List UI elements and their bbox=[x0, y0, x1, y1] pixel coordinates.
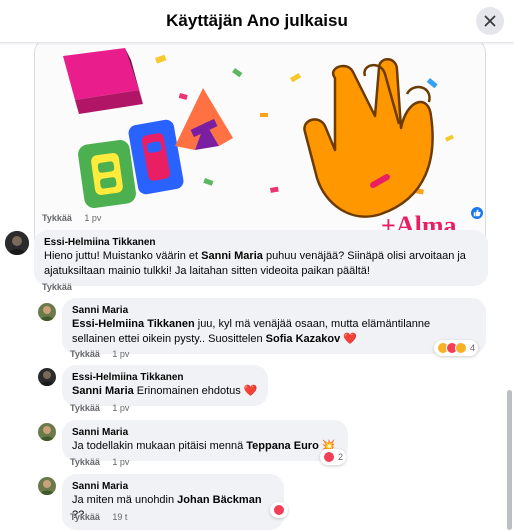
profile-photo bbox=[38, 368, 56, 386]
comment-actions: Tykkää 1 pv bbox=[70, 457, 129, 467]
like-link[interactable]: Tykkää bbox=[42, 282, 72, 292]
comment-author[interactable]: Essi-Helmiina Tikkanen bbox=[72, 371, 258, 384]
timestamp[interactable]: 1 pv bbox=[112, 457, 129, 467]
page-title: Käyttäjän Ano julkaisu bbox=[166, 11, 348, 30]
comment-author[interactable]: Sanni Maria bbox=[72, 304, 476, 317]
clapping-hands-illustration bbox=[303, 58, 434, 218]
comment-bubble: Essi-Helmiina Tikkanen Sanni Maria Erino… bbox=[62, 365, 268, 406]
like-link[interactable]: Tykkää bbox=[70, 512, 100, 522]
timestamp[interactable]: 1 pv bbox=[84, 213, 101, 223]
comment-text: Essi-Helmiina Tikkanen juu, kyl mä venäj… bbox=[72, 318, 431, 345]
gif-attachment[interactable]: +Alma bbox=[34, 43, 486, 252]
mention-link[interactable]: Sanni Maria bbox=[72, 385, 134, 397]
comment-text: Sanni Maria Erinomainen ehdotus ❤️ bbox=[72, 385, 258, 397]
avatar[interactable] bbox=[38, 477, 56, 495]
avatar[interactable] bbox=[38, 423, 56, 441]
mention-link[interactable]: Teppana Euro bbox=[246, 440, 319, 452]
mention-link[interactable]: Sanni Maria bbox=[201, 250, 263, 262]
comment-author[interactable]: Essi-Helmiina Tikkanen bbox=[44, 236, 478, 249]
comment-bubble: Sanni Maria Ja todellakin mukaan pitäisi… bbox=[62, 420, 348, 461]
like-reaction-icon bbox=[473, 209, 481, 217]
comment-author[interactable]: Sanni Maria bbox=[72, 480, 274, 493]
profile-photo bbox=[38, 303, 56, 321]
comment-bubble: Sanni Maria Essi-Helmiina Tikkanen juu, … bbox=[62, 298, 486, 354]
post-dialog-header: Käyttäjän Ano julkaisu bbox=[0, 0, 514, 43]
mention-link[interactable]: Johan Bäckman bbox=[177, 494, 261, 506]
love-reaction-icon bbox=[323, 451, 335, 463]
profile-photo bbox=[38, 423, 56, 441]
timestamp[interactable]: 19 t bbox=[112, 512, 127, 522]
love-reaction-icon bbox=[273, 504, 285, 516]
letter-b-green bbox=[78, 139, 136, 209]
comment-text: Hieno juttu! Muistanko väärin et Sanni M… bbox=[44, 250, 466, 277]
scrollbar[interactable] bbox=[507, 390, 512, 530]
pink-letter-block bbox=[63, 48, 143, 114]
avatar[interactable] bbox=[38, 368, 56, 386]
letter-r-blue bbox=[128, 119, 184, 195]
reaction-summary[interactable]: 2 bbox=[320, 449, 347, 465]
timestamp[interactable]: 1 pv bbox=[112, 349, 129, 359]
comment-actions: Tykkää 19 t bbox=[70, 512, 127, 522]
comment-bubble: Essi-Helmiina Tikkanen Hieno juttu! Muis… bbox=[34, 230, 488, 286]
gif-comment-actions: Tykkää 1 pv bbox=[42, 213, 101, 223]
profile-photo bbox=[5, 231, 29, 255]
avatar[interactable] bbox=[38, 303, 56, 321]
reaction-count: 4 bbox=[470, 343, 476, 353]
comment-author[interactable]: Sanni Maria bbox=[72, 426, 338, 439]
comment-actions: Tykkää 1 pv bbox=[70, 349, 129, 359]
mention-link[interactable]: Essi-Helmiina Tikkanen bbox=[72, 318, 195, 330]
avatar[interactable] bbox=[5, 231, 29, 255]
like-link[interactable]: Tykkää bbox=[70, 457, 100, 467]
care-reaction-icon bbox=[455, 342, 467, 354]
profile-photo bbox=[38, 477, 56, 495]
gif-illustration: +Alma bbox=[63, 48, 456, 240]
reaction-summary[interactable]: 4 bbox=[434, 340, 479, 356]
timestamp[interactable]: 1 pv bbox=[112, 403, 129, 413]
like-link[interactable]: Tykkää bbox=[42, 213, 72, 223]
comments-scroll-area[interactable]: +Alma Tykkää 1 pv Essi-Helmiina Tikkanen… bbox=[0, 43, 514, 531]
comment-actions: Tykkää bbox=[42, 282, 82, 292]
close-button[interactable] bbox=[476, 7, 504, 35]
like-link[interactable]: Tykkää bbox=[70, 349, 100, 359]
comment-actions: Tykkää 1 pv bbox=[70, 403, 129, 413]
close-icon bbox=[484, 15, 496, 27]
reaction-count: 2 bbox=[338, 452, 344, 462]
mention-link[interactable]: Sofia Kazakov bbox=[266, 333, 341, 345]
reaction-summary[interactable] bbox=[270, 502, 288, 518]
like-link[interactable]: Tykkää bbox=[70, 403, 100, 413]
like-reaction-badge[interactable] bbox=[470, 206, 484, 220]
comment-text: Ja todellakin mukaan pitäisi mennä Teppa… bbox=[72, 440, 336, 452]
